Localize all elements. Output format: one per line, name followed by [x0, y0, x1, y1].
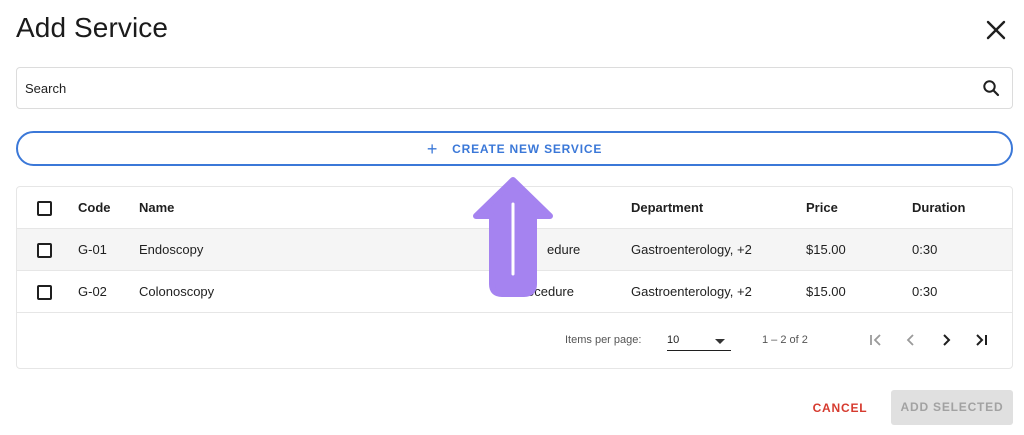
- row-checkbox[interactable]: [37, 285, 52, 300]
- select-all-checkbox[interactable]: [37, 201, 52, 216]
- close-icon[interactable]: [982, 16, 1010, 44]
- paginator: Items per page: 10 1 – 2 of 2: [17, 313, 1012, 369]
- search-icon[interactable]: [982, 79, 1000, 97]
- items-per-page-label: Items per page:: [565, 334, 642, 346]
- cell-department: Gastroenterology, +2: [631, 242, 752, 257]
- cell-duration: 0:30: [912, 284, 938, 299]
- table-row[interactable]: G-02 Colonoscopy ocedure Gastroenterolog…: [17, 271, 1012, 313]
- cell-name: Endoscopy: [139, 242, 204, 257]
- page-size-select[interactable]: 10: [667, 327, 731, 351]
- column-header-department[interactable]: Department: [631, 187, 703, 229]
- cell-type: edure: [547, 242, 581, 257]
- cell-name: Colonoscopy: [139, 284, 215, 299]
- column-header-duration[interactable]: Duration: [912, 187, 965, 229]
- cell-price: $15.00: [806, 284, 846, 299]
- prev-page-icon[interactable]: [902, 331, 920, 349]
- page-range-label: 1 – 2 of 2: [762, 334, 808, 346]
- next-page-icon[interactable]: [937, 331, 955, 349]
- plus-icon: +: [426, 138, 439, 159]
- create-new-service-label: CREATE NEW SERVICE: [452, 141, 603, 156]
- column-header-code[interactable]: Code: [78, 187, 111, 229]
- cell-code: G-02: [78, 284, 107, 299]
- table-row[interactable]: G-01 Endoscopy edure Gastroenterology, +…: [17, 229, 1012, 271]
- row-checkbox[interactable]: [37, 243, 52, 258]
- column-header-price[interactable]: Price: [806, 187, 838, 229]
- last-page-icon[interactable]: [972, 331, 990, 349]
- create-new-service-button[interactable]: + CREATE NEW SERVICE: [16, 131, 1013, 166]
- add-selected-button[interactable]: ADD SELECTED: [891, 390, 1013, 425]
- cell-price: $15.00: [806, 242, 846, 257]
- chevron-down-icon: [715, 339, 725, 344]
- column-header-name[interactable]: Name: [139, 187, 174, 229]
- search-field: [16, 67, 1013, 109]
- cell-type: ocedure: [527, 284, 574, 299]
- cancel-button[interactable]: CANCEL: [806, 392, 874, 424]
- table-header-row: Code Name Department Price Duration: [17, 187, 1012, 229]
- services-table: Code Name Department Price Duration G-01…: [16, 186, 1013, 369]
- cell-code: G-01: [78, 242, 107, 257]
- page-size-value: 10: [667, 334, 680, 346]
- cell-department: Gastroenterology, +2: [631, 284, 752, 299]
- cell-duration: 0:30: [912, 242, 938, 257]
- dialog-title: Add Service: [16, 12, 169, 43]
- first-page-icon[interactable]: [867, 331, 885, 349]
- search-input[interactable]: [25, 68, 965, 108]
